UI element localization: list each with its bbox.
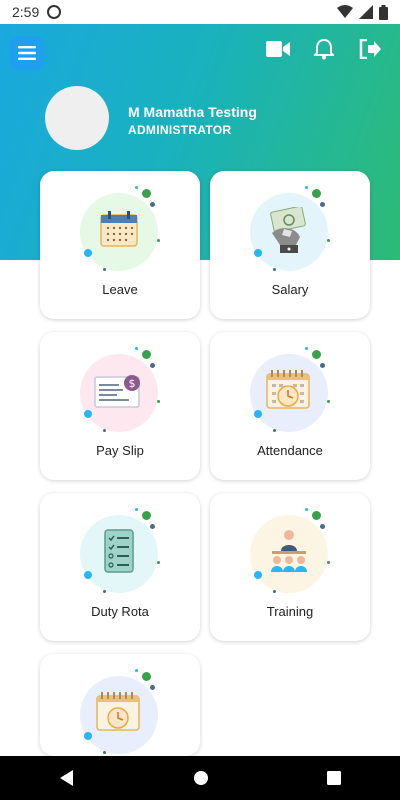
tile-attendance[interactable]: Attendance (210, 332, 370, 480)
decor-dot (135, 186, 138, 189)
status-bar: 2:59 (0, 0, 400, 24)
tile-label: Duty Rota (91, 604, 149, 619)
tile-pay-slip[interactable]: $ Pay Slip (40, 332, 200, 480)
decor-dot (135, 347, 138, 350)
user-name: M Mamatha Testing (128, 104, 257, 120)
decor-dot (84, 249, 92, 257)
decor-dot (320, 202, 325, 207)
attendance-icon (96, 692, 140, 731)
decor-dot (84, 571, 92, 579)
decor-dot (103, 751, 106, 754)
recents-icon[interactable] (327, 771, 341, 785)
avatar[interactable] (45, 86, 109, 150)
training-tile-graphic (250, 515, 328, 593)
decor-dot (150, 685, 155, 690)
logout-icon[interactable] (358, 39, 382, 59)
tile-label: Training (266, 604, 314, 619)
user-role: ADMINISTRATOR (128, 123, 232, 137)
sync-icon (47, 5, 62, 19)
decor-dot (305, 508, 308, 511)
decor-dot (254, 249, 262, 257)
decor-dot (273, 429, 276, 432)
attendance-icon (266, 370, 310, 409)
training-icon (271, 530, 307, 572)
decor-dot (320, 524, 325, 529)
decor-dot (327, 239, 330, 242)
decor-dot (305, 347, 308, 350)
decor-dot (273, 590, 276, 593)
decor-dot (312, 511, 321, 520)
video-camera-icon[interactable] (266, 40, 290, 58)
menu-button[interactable] (10, 36, 44, 70)
menu-icon (18, 46, 36, 60)
svg-text:$: $ (129, 377, 136, 390)
tile-label: Attendance (257, 443, 323, 458)
decor-dot (135, 508, 138, 511)
decor-dot (312, 350, 321, 359)
decor-dot (327, 400, 330, 403)
status-indicators (337, 4, 388, 20)
decor-dot (305, 186, 308, 189)
tile-attendance-secondary[interactable] (40, 654, 200, 756)
decor-dot (254, 571, 262, 579)
decor-dot (103, 268, 106, 271)
decor-dot (142, 189, 151, 198)
bell-icon[interactable] (314, 38, 334, 60)
decor-dot (142, 672, 151, 681)
decor-dot (254, 410, 262, 418)
money-hand-icon (270, 207, 306, 253)
tile-label: Salary (271, 282, 309, 297)
decor-dot (142, 350, 151, 359)
tile-label: Pay Slip (96, 443, 144, 458)
tile-leave[interactable]: Leave (40, 171, 200, 319)
signal-icon (359, 5, 373, 19)
system-nav-bar (0, 756, 400, 800)
decor-dot (327, 561, 330, 564)
tile-salary[interactable]: Salary (210, 171, 370, 319)
salary-tile-graphic (250, 193, 328, 271)
decor-dot (157, 561, 160, 564)
decor-dot (142, 511, 151, 520)
decor-dot (135, 669, 138, 672)
leave-tile-graphic (80, 193, 158, 271)
duty-rota-tile-graphic (80, 515, 158, 593)
header-actions (266, 38, 382, 60)
decor-dot (312, 189, 321, 198)
tile-training[interactable]: Training (210, 493, 370, 641)
decor-dot (103, 429, 106, 432)
status-time: 2:59 (12, 4, 40, 20)
decor-dot (157, 400, 160, 403)
tile-duty-rota[interactable]: Duty Rota (40, 493, 200, 641)
checklist-icon (104, 529, 134, 573)
back-icon[interactable] (59, 770, 75, 786)
battery-icon (379, 4, 388, 20)
tile-label: Leave (102, 282, 138, 297)
decor-dot (273, 268, 276, 271)
payslip-icon: $ (94, 375, 140, 408)
attendance-secondary-tile-graphic (80, 676, 158, 754)
wifi-icon (337, 5, 353, 18)
decor-dot (320, 363, 325, 368)
decor-dot (157, 239, 160, 242)
decor-dot (84, 410, 92, 418)
decor-dot (150, 202, 155, 207)
decor-dot (150, 363, 155, 368)
decor-dot (103, 590, 106, 593)
decor-dot (84, 732, 92, 740)
calendar-icon (100, 211, 138, 247)
home-icon[interactable] (193, 770, 209, 786)
payslip-tile-graphic: $ (80, 354, 158, 432)
decor-dot (150, 524, 155, 529)
attendance-tile-graphic (250, 354, 328, 432)
